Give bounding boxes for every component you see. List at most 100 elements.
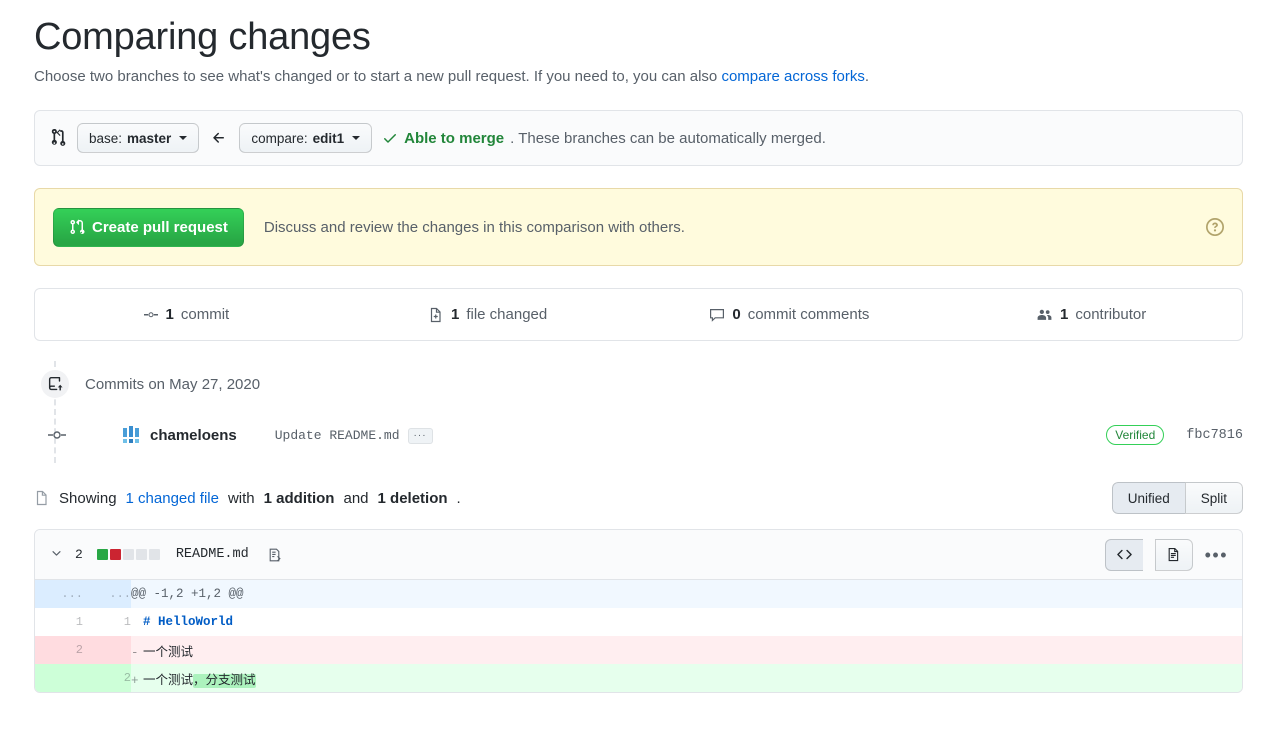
stat-files-changed[interactable]: 1 file changed <box>337 306 639 323</box>
page-title: Comparing changes <box>34 16 371 58</box>
commits-date-label: Commits on May 27, 2020 <box>85 375 261 393</box>
base-branch-name: master <box>127 130 172 146</box>
stat-contributors-count: 1 <box>1060 306 1069 323</box>
addition-new-linenum[interactable]: 2 <box>83 664 131 692</box>
stat-files-label: file changed <box>466 306 548 323</box>
file-diff-actions: ••• <box>1104 538 1228 571</box>
compare-prefix-label: compare: <box>251 130 308 146</box>
context-line-code: # HelloWorld <box>131 608 1242 636</box>
addition-line-text-plain: 一个测试 <box>143 673 194 688</box>
deletion-sign: - <box>131 645 139 660</box>
copy-path-icon[interactable] <box>267 547 283 563</box>
question-circle-icon[interactable] <box>1206 218 1224 236</box>
verified-badge[interactable]: Verified <box>1106 425 1165 445</box>
addition-sign: + <box>131 673 139 688</box>
addition-old-linenum[interactable] <box>35 664 83 692</box>
file-icon <box>34 490 50 506</box>
commits-timeline: Commits on May 27, 2020 chameloens Updat… <box>34 361 1243 463</box>
compare-changes-page: Comparing changes Choose two branches to… <box>0 14 1277 750</box>
stat-contributors[interactable]: 1 contributor <box>940 306 1242 323</box>
file-diff-header: 2 README.md ••• <box>35 530 1242 580</box>
commits-date-row: Commits on May 27, 2020 <box>34 361 1243 407</box>
hunk-old-linenum[interactable]: ... <box>35 580 83 608</box>
compare-across-forks-link[interactable]: compare across forks <box>721 68 864 85</box>
chevron-down-icon[interactable] <box>49 547 63 563</box>
diffstat-block-neutral <box>135 549 147 560</box>
stat-commits[interactable]: 1 commit <box>35 306 337 323</box>
hunk-header-text: @@ -1,2 +1,2 @@ <box>131 580 1242 608</box>
diff-filename[interactable]: README.md <box>176 547 249 562</box>
kebab-menu-icon[interactable]: ••• <box>1205 546 1228 564</box>
commit-sha[interactable]: fbc7816 <box>1186 428 1243 443</box>
commit-row: chameloens Update README.md ··· Verified… <box>34 407 1243 463</box>
merge-status-detail: . These branches can be automatically me… <box>510 129 826 147</box>
diffstat-block-neutral <box>148 549 160 560</box>
diff-row-hunk: ... ... @@ -1,2 +1,2 @@ <box>35 580 1242 608</box>
chevron-down-icon <box>179 136 188 140</box>
additions-count: 1 addition <box>263 489 335 507</box>
diffstat-blocks <box>96 549 160 560</box>
diff-row-addition: 2 + 一个测试，分支测试 <box>35 664 1242 692</box>
file-diff-icon <box>428 307 444 323</box>
showing-middle: with <box>227 489 255 507</box>
commit-icon <box>143 307 159 323</box>
stat-files-count: 1 <box>451 306 460 323</box>
diff-summary-text: Showing 1 changed file with 1 addition a… <box>34 490 461 507</box>
diffstat-block-neutral <box>122 549 134 560</box>
showing-suffix: . <box>456 489 461 507</box>
commit-author[interactable]: chameloens <box>150 427 237 444</box>
context-new-linenum[interactable]: 1 <box>83 608 131 636</box>
changed-files-link[interactable]: 1 changed file <box>126 490 219 507</box>
stat-commit-comments[interactable]: 0 commit comments <box>639 306 941 323</box>
expand-commit-message-button[interactable]: ··· <box>407 428 433 444</box>
deletion-line-text: 一个测试 <box>143 645 194 660</box>
stat-commits-label: commit <box>180 306 230 323</box>
deletion-new-linenum[interactable] <box>83 636 131 664</box>
file-preview-icon[interactable] <box>1154 538 1193 571</box>
addition-line-text-highlighted: ，分支测试 <box>193 673 256 688</box>
context-old-linenum[interactable]: 1 <box>35 608 83 636</box>
create-pr-banner: Create pull request Discuss and review t… <box>34 188 1243 266</box>
compare-branch-selector[interactable]: compare: edit1 <box>239 123 373 153</box>
arrow-left-icon <box>209 130 229 146</box>
chevron-down-icon <box>352 136 361 140</box>
stat-comments-label: commit comments <box>747 306 870 323</box>
comment-icon <box>709 307 725 323</box>
git-compare-icon <box>49 129 67 147</box>
git-pull-request-icon <box>69 219 85 235</box>
banner-description: Discuss and review the changes in this c… <box>263 218 685 236</box>
base-branch-selector[interactable]: base: master <box>77 123 200 153</box>
tab-split-view[interactable]: Split <box>1184 482 1243 514</box>
compare-branch-name: edit1 <box>312 130 345 146</box>
diff-table: ... ... @@ -1,2 +1,2 @@ 1 1 # HelloWorld… <box>35 580 1242 692</box>
commit-message[interactable]: Update README.md <box>275 428 400 443</box>
stat-comments-count: 0 <box>732 306 741 323</box>
stat-commits-count: 1 <box>165 306 174 323</box>
diffstat-block-del <box>109 549 121 560</box>
subtitle-text-before: Choose two branches to see what's change… <box>34 67 722 85</box>
diff-row-deletion: 2 - 一个测试 <box>35 636 1242 664</box>
branch-compare-bar: base: master compare: edit1 Able to merg… <box>34 110 1243 166</box>
stat-contributors-label: contributor <box>1075 306 1147 323</box>
diff-summary-row: Showing 1 changed file with 1 addition a… <box>34 477 1243 519</box>
base-prefix-label: base: <box>89 130 123 146</box>
people-icon <box>1036 306 1053 323</box>
addition-line-code: + 一个测试，分支测试 <box>131 664 1242 692</box>
merge-status: Able to merge . These branches can be aut… <box>382 130 826 147</box>
code-icon[interactable] <box>1104 538 1143 571</box>
avatar[interactable] <box>120 424 142 446</box>
deletions-count: 1 deletion <box>377 489 448 507</box>
context-line-text: # HelloWorld <box>143 615 234 629</box>
subtitle-text-after: . <box>864 67 870 85</box>
create-pull-request-label: Create pull request <box>92 218 228 236</box>
create-pull-request-button[interactable]: Create pull request <box>53 207 244 247</box>
tab-unified-view[interactable]: Unified <box>1111 482 1185 514</box>
hunk-new-linenum[interactable]: ... <box>83 580 131 608</box>
file-diff-card: 2 README.md ••• ... ... @@ -1,2 +1,2 @@ … <box>34 529 1243 693</box>
showing-prefix: Showing <box>59 489 117 507</box>
deletion-old-linenum[interactable]: 2 <box>35 636 83 664</box>
commit-meta: Verified fbc7816 <box>1106 425 1243 445</box>
diff-view-toggle: Unified Split <box>1111 482 1243 514</box>
repo-push-icon <box>41 370 69 398</box>
diff-row-context: 1 1 # HelloWorld <box>35 608 1242 636</box>
